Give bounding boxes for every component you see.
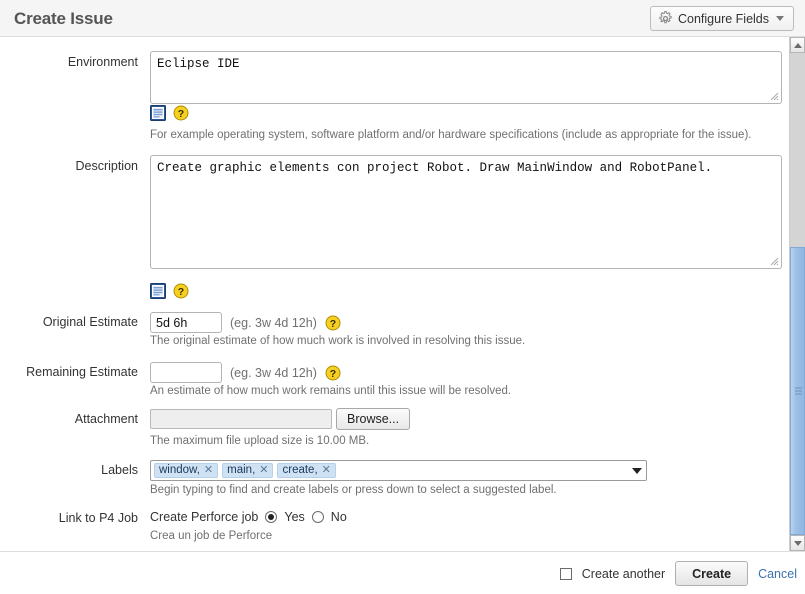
svg-text:?: ?	[330, 318, 336, 330]
attachment-file-input[interactable]	[150, 409, 332, 429]
scrollbar-grip-icon	[795, 387, 802, 395]
help-icon[interactable]: ?	[325, 315, 341, 331]
environment-icon-row: ?	[150, 105, 189, 121]
original-estimate-input[interactable]	[150, 312, 222, 333]
scroll-up-button[interactable]	[790, 37, 805, 53]
p4-job-no-radio[interactable]	[311, 511, 324, 523]
label-chip[interactable]: window, ✕	[154, 463, 219, 478]
environment-field-wrap	[150, 51, 782, 104]
original-estimate-label: Original Estimate	[42, 315, 138, 329]
wiki-renderer-icon[interactable]	[150, 105, 166, 121]
close-icon[interactable]: ✕	[322, 463, 331, 478]
description-label: Description	[75, 159, 138, 173]
label-chip-text: main,	[227, 464, 256, 476]
remaining-estimate-label: Remaining Estimate	[26, 365, 138, 379]
remaining-estimate-hint: An estimate of how much work remains unt…	[150, 385, 512, 397]
scrollbar-track-upper[interactable]	[790, 53, 805, 247]
original-estimate-example: (eg. 3w 4d 12h)	[230, 315, 317, 330]
remaining-estimate-example: (eg. 3w 4d 12h)	[230, 365, 317, 380]
chevron-down-icon[interactable]	[632, 467, 642, 474]
close-icon[interactable]: ✕	[204, 463, 213, 478]
configure-fields-label: Configure Fields	[677, 11, 769, 26]
labels-label: Labels	[101, 463, 138, 477]
wiki-renderer-icon[interactable]	[150, 283, 166, 299]
environment-input[interactable]	[150, 51, 782, 104]
environment-hint: For example operating system, software p…	[150, 129, 752, 141]
help-icon[interactable]: ?	[173, 283, 189, 299]
create-another-checkbox[interactable]	[559, 567, 572, 580]
attachment-hint: The maximum file upload size is 10.00 MB…	[150, 435, 370, 447]
create-button[interactable]: Create	[675, 561, 749, 586]
original-estimate-hint: The original estimate of how much work i…	[150, 335, 526, 347]
svg-text:?: ?	[178, 108, 184, 120]
original-estimate-controls: (eg. 3w 4d 12h) ?	[150, 312, 341, 333]
issue-form-scroll-region: Environment Eclipse IDE ? For example op…	[0, 37, 805, 551]
labels-hint: Begin typing to find and create labels o…	[150, 484, 557, 496]
p4-job-question: Create Perforce job	[150, 510, 259, 524]
labels-control-wrap: window, ✕ main, ✕ create, ✕	[150, 460, 647, 481]
description-field-wrap	[150, 155, 782, 269]
p4-job-no-label: No	[330, 510, 347, 524]
scroll-up-arrow-icon	[793, 42, 802, 48]
labels-input[interactable]: window, ✕ main, ✕ create, ✕	[150, 460, 647, 481]
scroll-down-button[interactable]	[790, 535, 805, 551]
scrollbar-thumb[interactable]	[790, 247, 805, 535]
dialog-header: Create Issue Configure Fields	[0, 0, 805, 37]
label-chip-text: window,	[159, 464, 200, 476]
chevron-down-icon	[776, 16, 784, 21]
help-icon[interactable]: ?	[173, 105, 189, 121]
description-input[interactable]	[150, 155, 782, 269]
svg-text:?: ?	[178, 286, 184, 298]
close-icon[interactable]: ✕	[259, 463, 268, 478]
p4-job-controls: Create Perforce job Yes No	[150, 510, 347, 524]
description-icon-row: ?	[150, 283, 189, 299]
dialog-footer: Create another Create Cancel	[0, 551, 805, 594]
browse-button[interactable]: Browse...	[336, 408, 411, 430]
cancel-link[interactable]: Cancel	[758, 567, 797, 581]
label-chip[interactable]: create, ✕	[277, 463, 336, 478]
create-another-label: Create another	[581, 566, 666, 581]
page-title: Create Issue	[14, 9, 113, 28]
environment-label: Environment	[67, 55, 138, 69]
p4-job-yes-label: Yes	[284, 510, 305, 524]
p4-job-yes-radio[interactable]	[265, 511, 278, 523]
gear-icon	[658, 11, 673, 26]
label-chip-text: create,	[282, 464, 318, 476]
p4-job-hint: Crea un job de Perforce	[150, 530, 273, 542]
create-issue-dialog: Create Issue Configure Fields Environmen…	[0, 0, 805, 594]
attachment-label: Attachment	[74, 412, 138, 426]
remaining-estimate-controls: (eg. 3w 4d 12h) ?	[150, 362, 341, 383]
footer-actions: Create another Create Cancel	[559, 561, 797, 586]
link-to-p4-job-label: Link to P4 Job	[58, 511, 138, 525]
vertical-scrollbar[interactable]	[789, 37, 805, 551]
scroll-down-arrow-icon	[793, 540, 802, 546]
configure-fields-button[interactable]: Configure Fields	[649, 6, 794, 31]
remaining-estimate-input[interactable]	[150, 362, 222, 383]
help-icon[interactable]: ?	[325, 365, 341, 381]
label-chip[interactable]: main, ✕	[222, 463, 274, 478]
issue-form: Environment Eclipse IDE ? For example op…	[0, 37, 789, 551]
attachment-controls: Browse...	[150, 408, 411, 430]
svg-text:?: ?	[330, 368, 336, 380]
